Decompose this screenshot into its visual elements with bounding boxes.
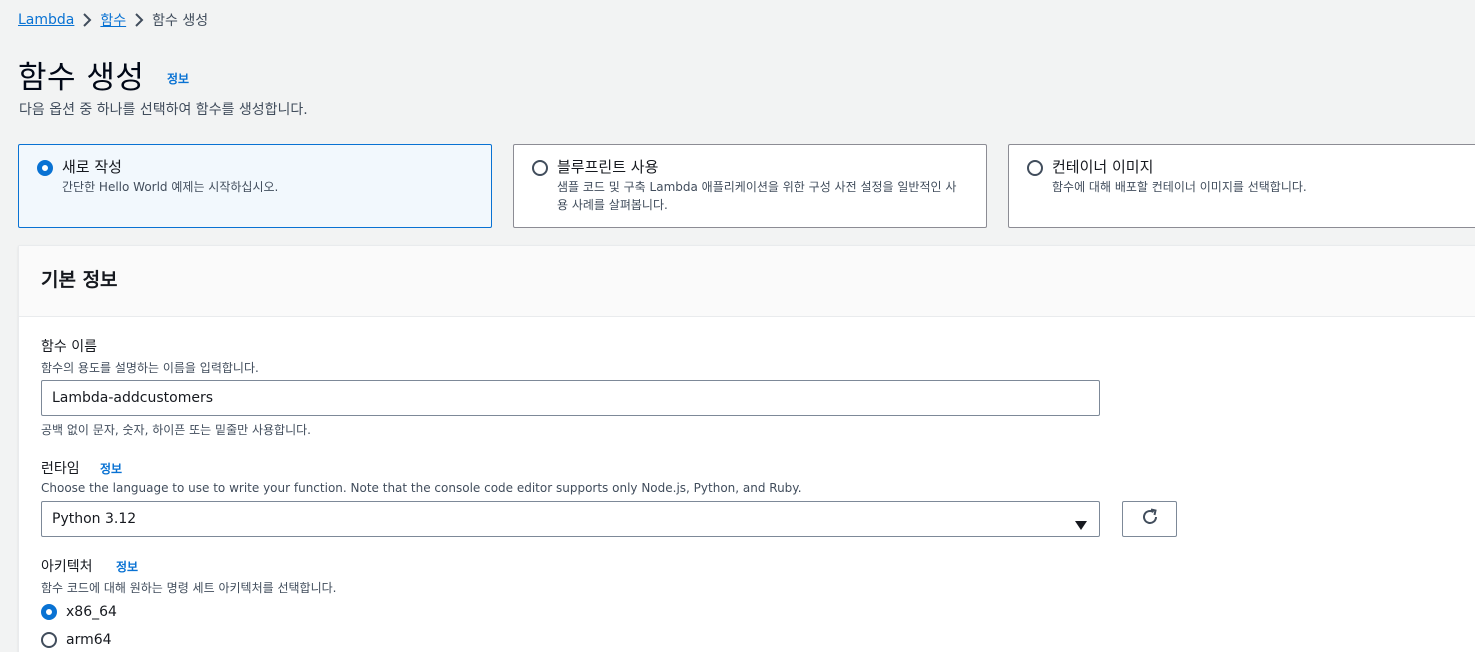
radio-x86[interactable] [41,604,57,620]
panel-title: 기본 정보 [41,269,118,291]
option-title: 컨테이너 이미지 [1052,158,1154,176]
basic-info-panel: 기본 정보 함수 이름 함수의 용도를 설명하는 이름을 입력합니다. 공백 없… [18,245,1475,652]
architecture-label: 아키텍처 [41,559,93,575]
option-use-blueprint[interactable]: 블루프린트 사용 샘플 코드 및 구축 Lambda 애플리케이션을 위한 구성… [513,144,987,228]
radio-arm64[interactable] [41,632,57,648]
runtime-select[interactable]: Python 3.12 [41,501,1100,537]
panel-header: 기본 정보 [19,246,1475,317]
refresh-icon [1140,507,1160,531]
chevron-right-icon [74,9,100,31]
option-label: x86_64 [66,604,117,620]
function-name-input[interactable] [41,380,1100,416]
function-name-description: 함수의 용도를 설명하는 이름을 입력합니다. [41,361,259,375]
function-name-constraint: 공백 없이 문자, 숫자, 하이픈 또는 밑줄만 사용합니다. [41,423,311,437]
architecture-option-arm64[interactable]: arm64 [41,632,112,648]
option-title: 블루프린트 사용 [557,158,659,176]
breadcrumb: Lambda 함수 함수 생성 [18,9,208,31]
radio-use-blueprint[interactable] [532,160,548,176]
option-author-from-scratch[interactable]: 새로 작성 간단한 Hello World 예제는 시작하십시오. [18,144,492,228]
option-label: arm64 [66,632,112,648]
option-container-image[interactable]: 컨테이너 이미지 함수에 대해 배포할 컨테이너 이미지를 선택합니다. [1008,144,1475,228]
caret-down-icon [1075,515,1087,534]
architecture-option-x86[interactable]: x86_64 [41,604,117,620]
breadcrumb-lambda-link[interactable]: Lambda [18,12,74,28]
page-info-link[interactable]: 정보 [167,70,189,87]
option-description: 함수에 대해 배포할 컨테이너 이미지를 선택합니다. [1052,180,1307,194]
option-description: 간단한 Hello World 예제는 시작하십시오. [62,180,279,194]
architecture-info-link[interactable]: 정보 [116,558,138,575]
function-name-label: 함수 이름 [41,339,97,355]
page-description: 다음 옵션 중 하나를 선택하여 함수를 생성합니다. [19,102,308,118]
breadcrumb-current: 함수 생성 [152,13,209,29]
architecture-description: 함수 코드에 대해 원하는 명령 세트 아키텍처를 선택합니다. [41,581,337,595]
option-description: 샘플 코드 및 구축 Lambda 애플리케이션을 위한 구성 사전 설정을 일… [557,180,957,212]
option-title: 새로 작성 [62,158,122,176]
page-title: 함수 생성 [18,60,145,96]
chevron-right-icon [126,9,152,31]
runtime-info-link[interactable]: 정보 [100,460,122,477]
runtime-select-value: Python 3.12 [52,511,137,527]
refresh-runtime-button[interactable] [1122,501,1177,537]
radio-author-from-scratch[interactable] [37,160,53,176]
runtime-label: 런타임 [41,461,80,477]
breadcrumb-functions-link[interactable]: 함수 [100,10,126,30]
radio-container-image[interactable] [1027,160,1043,176]
runtime-description: Choose the language to use to write your… [41,481,802,495]
